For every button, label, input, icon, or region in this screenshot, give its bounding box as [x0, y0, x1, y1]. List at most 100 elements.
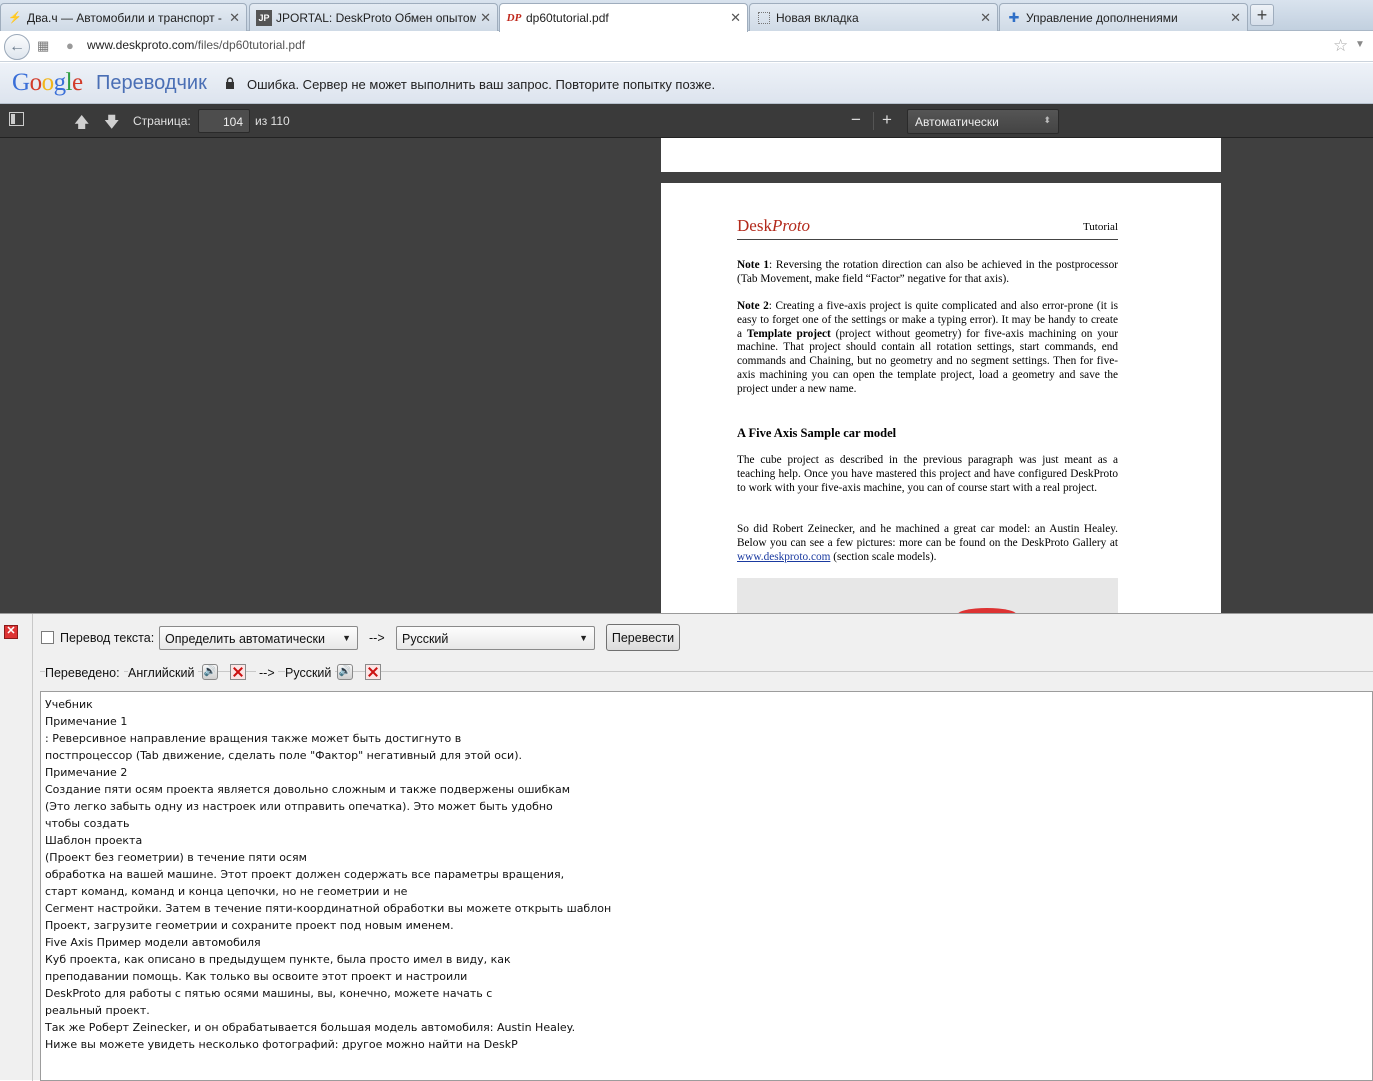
translation-line: : Реверсивное направление вращения также… — [45, 732, 462, 745]
pdf-page: DeskProto Tutorial Note 1: Reversing the… — [661, 183, 1221, 613]
dp-icon: DP — [506, 12, 522, 24]
translation-line: (Проект без геометрии) в течение пяти ос… — [45, 851, 307, 864]
close-icon[interactable]: ✕ — [1230, 10, 1241, 26]
clear-target-icon[interactable] — [365, 664, 381, 680]
updown-arrow-icon: ⬍ — [1043, 115, 1051, 125]
translation-line: обработка на вашей машине. Этот проект д… — [45, 868, 565, 881]
zoom-select[interactable]: Автоматически ⬍ — [907, 109, 1059, 134]
to-language-label: Русский — [285, 666, 336, 680]
translation-line: Five Axis Пример модели автомобиля — [45, 936, 261, 949]
google-logo: Google — [12, 69, 83, 96]
back-arrow-icon[interactable]: ← — [4, 34, 30, 60]
translation-line: Примечание 2 — [45, 766, 128, 779]
close-icon[interactable]: ✕ — [480, 10, 491, 26]
translated-label: Переведено: — [45, 666, 124, 680]
tab-dvach[interactable]: ⚡ Два.ч — Автомобили и транспорт - ✕ — [0, 3, 247, 31]
toolbar-divider — [873, 112, 874, 130]
translation-line: Примечание 1 — [45, 715, 128, 728]
grid-icon[interactable]: ▦ — [37, 38, 49, 54]
translation-output[interactable]: Учебник Примечание 1 : Реверсивное напра… — [40, 691, 1373, 1081]
translation-line: Сегмент настройки. Затем в течение пяти-… — [45, 902, 612, 915]
zoom-out-button[interactable]: − — [851, 110, 861, 130]
close-icon[interactable]: ✕ — [730, 10, 741, 26]
url-path: /files/dp60tutorial.pdf — [194, 38, 306, 52]
translator-product-name: Переводчик — [96, 72, 207, 94]
direction-arrow: --> — [256, 666, 278, 680]
direction-arrow: --> — [369, 631, 385, 645]
tab-pdf[interactable]: DP dp60tutorial.pdf ✕ — [499, 3, 748, 32]
close-icon[interactable]: ✕ — [4, 625, 18, 639]
previous-page-bottom — [661, 138, 1221, 172]
arrow-up-icon[interactable]: 🡅 — [74, 112, 89, 137]
navigation-bar: ← ▦ ● www.deskproto.com/files/dp60tutori… — [0, 31, 1373, 62]
speaker-icon[interactable]: 🔊 — [202, 664, 218, 680]
sidebar-toggle-icon[interactable] — [9, 112, 24, 130]
from-language-label: Английский — [128, 666, 199, 680]
target-language-value: Русский — [402, 632, 449, 646]
translation-line: Так же Роберт Zeinecker, и он обрабатыва… — [45, 1021, 576, 1034]
tab-title: Новая вкладка — [776, 10, 859, 25]
tab-title: dp60tutorial.pdf — [526, 11, 609, 25]
translation-line: Учебник — [45, 698, 93, 711]
tab-title: JPORTAL: DeskProto Обмен опытом... — [276, 10, 477, 25]
speaker-icon[interactable]: 🔊 — [337, 664, 353, 680]
globe-icon: ● — [66, 38, 74, 53]
puzzle-icon: ✚ — [1008, 9, 1020, 25]
page-label: Страница: — [133, 114, 191, 128]
lightning-icon: ⚡ — [8, 12, 22, 24]
jp-icon: JP — [256, 9, 272, 26]
url-host: www.deskproto.com — [87, 38, 195, 52]
translation-line: Создание пяти осям проекта является дово… — [45, 783, 571, 796]
address-bar[interactable]: www.deskproto.com/files/dp60tutorial.pdf — [87, 38, 305, 52]
body-paragraph: So did Robert Zeinecker, and he machined… — [737, 523, 1118, 563]
translation-line: чтобы создать — [45, 817, 130, 830]
tab-jportal[interactable]: JP JPORTAL: DeskProto Обмен опытом... ✕ — [249, 3, 498, 31]
lock-icon — [226, 77, 234, 89]
page-count: из 110 — [255, 114, 290, 128]
translation-line: (Это легко забыть одну из настроек или о… — [45, 800, 553, 813]
translation-line: Проект, загрузите геометрии и сохраните … — [45, 919, 454, 932]
bookmark-star-icon[interactable]: ☆ — [1333, 36, 1348, 56]
arrow-down-icon[interactable]: 🡇 — [104, 112, 119, 137]
chevron-down-icon: ▼ — [579, 633, 588, 643]
note2-paragraph: Note 2: Creating a five-axis project is … — [737, 300, 1118, 395]
page-number-input[interactable]: 104 — [198, 109, 250, 133]
translation-line: Куб проекта, как описано в предыдущем пу… — [45, 953, 511, 966]
deskproto-logo: DeskProto — [737, 216, 811, 235]
blank-page-icon — [756, 10, 772, 26]
zoom-value: Автоматически — [915, 115, 999, 129]
clear-source-icon[interactable] — [230, 664, 246, 680]
tab-title: Два.ч — Автомобили и транспорт - — [27, 10, 222, 25]
translation-line: Ниже вы можете увидеть несколько фотогра… — [45, 1038, 518, 1051]
zoom-in-button[interactable]: + — [882, 110, 892, 130]
note1-paragraph: Note 1: Reversing the rotation direction… — [737, 259, 1118, 285]
target-language-select[interactable]: Русский ▼ — [396, 626, 595, 650]
translation-line: DeskProto для работы с пятью осями машин… — [45, 987, 493, 1000]
translate-text-checkbox[interactable] — [41, 631, 54, 644]
translation-line: старт команд, команд и конца цепочки, но… — [45, 885, 408, 898]
deskproto-link[interactable]: www.deskproto.com — [737, 551, 830, 563]
translator-panel: ✕ Перевод текста: Определить автоматичес… — [0, 613, 1373, 1081]
translation-line: Шаблон проекта — [45, 834, 143, 847]
header-tag: Tutorial — [1082, 221, 1118, 233]
close-icon[interactable]: ✕ — [229, 10, 240, 26]
section-heading: A Five Axis Sample car model — [737, 426, 897, 440]
pdf-toolbar: 🡅 🡇 Страница: 104 из 110 − + Автоматичес… — [0, 104, 1373, 138]
pdf-viewport[interactable]: DeskProto Tutorial Note 1: Reversing the… — [0, 138, 1373, 613]
close-icon[interactable]: ✕ — [980, 10, 991, 26]
translation-line: реальный проект. — [45, 1004, 150, 1017]
source-language-value: Определить автоматически — [165, 632, 325, 646]
translation-line: преподавании помощь. Как только вы освои… — [45, 970, 468, 983]
tab-addons[interactable]: ✚ Управление дополнениями ✕ — [999, 3, 1248, 31]
source-language-select[interactable]: Определить автоматически ▼ — [159, 626, 358, 650]
tab-title: Управление дополнениями — [1026, 10, 1178, 25]
translate-error-message: Ошибка. Сервер не может выполнить ваш за… — [247, 77, 716, 92]
new-tab-button[interactable]: + — [1250, 4, 1274, 26]
google-translate-bar: Google Переводчик Ошибка. Сервер не може… — [0, 63, 1373, 104]
tab-new[interactable]: Новая вкладка ✕ — [749, 3, 998, 31]
translate-button[interactable]: Перевести — [606, 624, 680, 651]
body-paragraph: The cube project as described in the pre… — [737, 454, 1118, 494]
chevron-down-icon[interactable]: ▼ — [1355, 39, 1365, 50]
pdf-page-header: DeskProto Tutorial — [737, 214, 1118, 240]
car-photo — [737, 578, 1118, 613]
